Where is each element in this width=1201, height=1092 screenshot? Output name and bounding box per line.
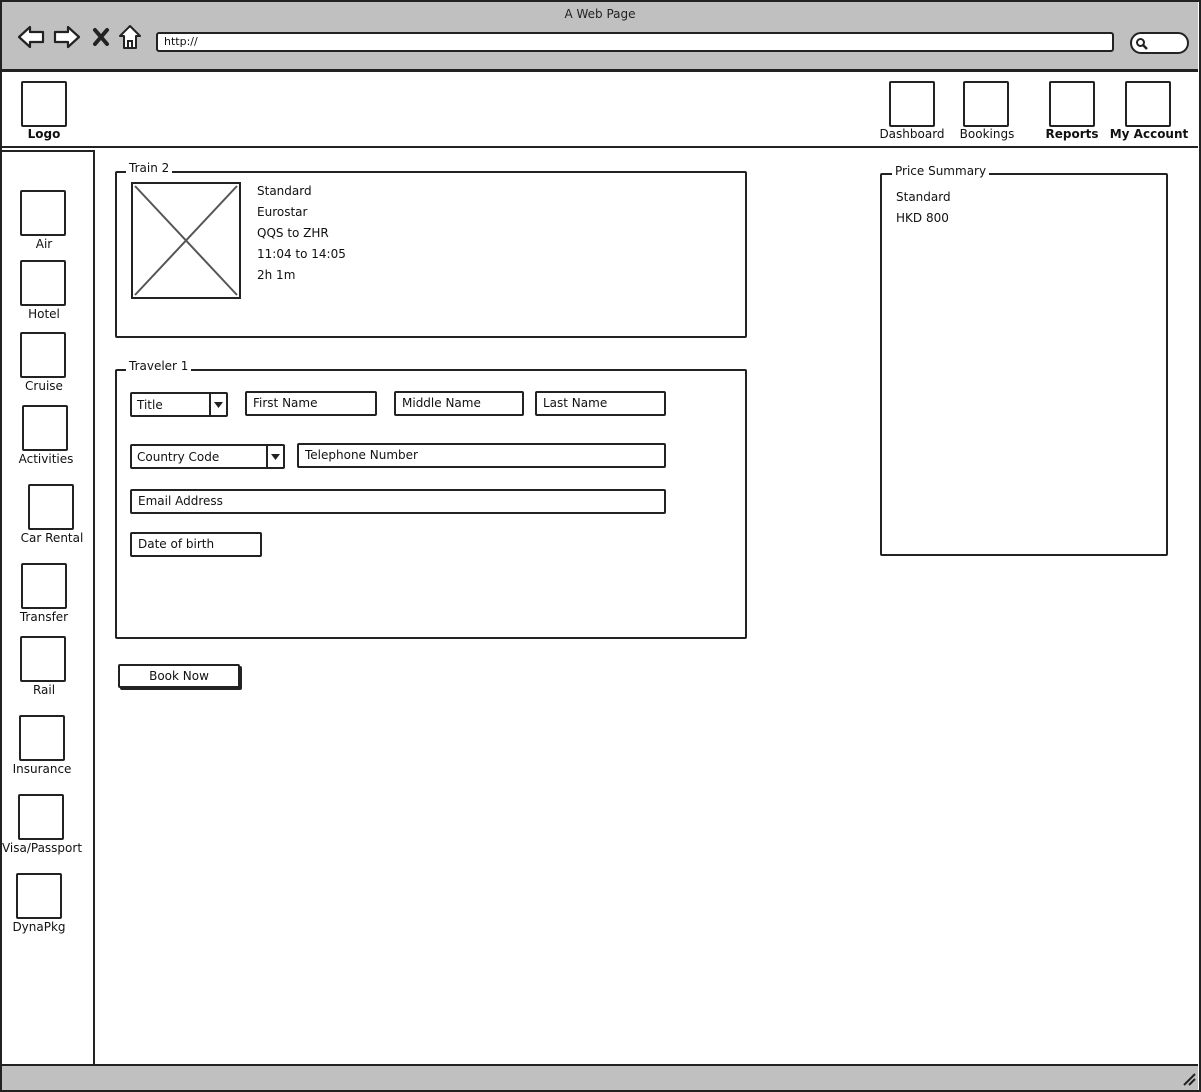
sidebar: Air Hotel Cruise Activities Car Rental T… <box>2 150 95 1066</box>
sidebar-item-cruise[interactable]: Cruise <box>0 379 94 393</box>
back-icon[interactable] <box>16 22 46 52</box>
hotel-icon[interactable] <box>20 260 66 306</box>
sidebar-item-hotel[interactable]: Hotel <box>0 307 94 321</box>
country-code-select[interactable]: Country Code <box>130 444 285 469</box>
window-title: A Web Page <box>564 7 636 21</box>
app-header: Logo Dashboard Bookings Reports My Accou… <box>2 75 1198 148</box>
telephone-field[interactable]: Telephone Number <box>297 443 666 468</box>
traveler-legend: Traveler 1 <box>126 359 192 373</box>
transfer-icon[interactable] <box>21 563 67 609</box>
cruise-icon[interactable] <box>20 332 66 378</box>
sidebar-item-dynapkg[interactable]: DynaPkg <box>0 920 89 934</box>
sidebar-item-activities[interactable]: Activities <box>0 452 96 466</box>
home-icon[interactable] <box>116 22 144 52</box>
url-input[interactable]: http:// <box>156 32 1114 52</box>
air-icon[interactable] <box>20 190 66 236</box>
status-bar <box>2 1064 1198 1090</box>
forward-icon[interactable] <box>52 22 82 52</box>
middle-name-field[interactable]: Middle Name <box>394 391 524 416</box>
close-icon[interactable] <box>90 22 112 52</box>
price-amount: HKD 800 <box>896 211 949 225</box>
rail-icon[interactable] <box>20 636 66 682</box>
price-summary-panel <box>880 173 1168 556</box>
title-select[interactable]: Title <box>130 392 228 417</box>
bookings-icon[interactable] <box>963 81 1009 127</box>
email-field[interactable]: Email Address <box>130 489 666 514</box>
chevron-down-icon <box>266 446 283 467</box>
sidebar-item-car-rental[interactable]: Car Rental <box>2 531 102 545</box>
train-route: QQS to ZHR <box>257 226 329 240</box>
browser-toolbar: A Web Page http:// <box>2 2 1198 72</box>
train-duration: 2h 1m <box>257 268 296 282</box>
price-summary-legend: Price Summary <box>892 164 990 178</box>
last-name-field[interactable]: Last Name <box>535 391 666 416</box>
chevron-down-icon <box>209 394 226 415</box>
search-icon <box>1136 38 1148 50</box>
dashboard-icon[interactable] <box>889 81 935 127</box>
my-account-icon[interactable] <box>1125 81 1171 127</box>
first-name-field[interactable]: First Name <box>245 391 377 416</box>
reports-icon[interactable] <box>1049 81 1095 127</box>
sidebar-item-transfer[interactable]: Transfer <box>0 610 94 624</box>
train-image-placeholder <box>131 182 241 299</box>
browser-search-field[interactable] <box>1130 32 1189 54</box>
visa-passport-icon[interactable] <box>18 794 64 840</box>
sidebar-item-visa-passport[interactable]: Visa/Passport <box>0 841 92 855</box>
sidebar-item-rail[interactable]: Rail <box>0 683 94 697</box>
nav-my-account[interactable]: My Account <box>1099 127 1199 141</box>
insurance-icon[interactable] <box>19 715 65 761</box>
activities-icon[interactable] <box>22 405 68 451</box>
date-of-birth-field[interactable]: Date of birth <box>130 532 262 557</box>
train-times: 11:04 to 14:05 <box>257 247 346 261</box>
train-legend: Train 2 <box>126 161 173 175</box>
title-select-value: Title <box>137 398 163 412</box>
resize-grip-icon[interactable] <box>1182 1072 1196 1086</box>
train-operator: Eurostar <box>257 205 308 219</box>
sidebar-item-air[interactable]: Air <box>0 237 94 251</box>
dynapkg-icon[interactable] <box>16 873 62 919</box>
train-class: Standard <box>257 184 312 198</box>
price-class: Standard <box>896 190 951 204</box>
logo-image <box>21 81 67 127</box>
sidebar-item-insurance[interactable]: Insurance <box>0 762 92 776</box>
logo-label: Logo <box>27 127 61 141</box>
book-now-button[interactable]: Book Now <box>118 664 240 688</box>
country-code-value: Country Code <box>137 450 220 464</box>
car-rental-icon[interactable] <box>28 484 74 530</box>
